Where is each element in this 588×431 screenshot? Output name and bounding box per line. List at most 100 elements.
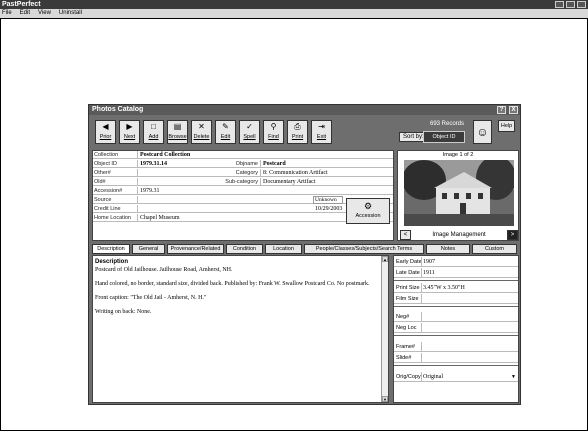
old-row: Old# Sub-category Documentary Artifact (93, 178, 393, 186)
dialog-title: Photos Catalog (92, 106, 144, 113)
menu-edit[interactable]: Edit (20, 9, 30, 18)
person-icon[interactable]: ☺ (473, 120, 492, 144)
add-button[interactable]: □ Add (143, 120, 164, 144)
tab-location[interactable]: Location (265, 244, 302, 254)
prior-button[interactable]: ◀ Prior (95, 120, 116, 144)
app-titlebar: PastPerfect (0, 0, 588, 9)
exit-icon: ⇥ (318, 122, 325, 131)
scroll-up-icon[interactable]: ▲ (382, 256, 388, 262)
catalog-fields: Collection Postcard Collection Object ID… (92, 150, 394, 241)
description-scrollbar[interactable]: ▲ ▼ (381, 256, 388, 402)
record-count: 693 Records (430, 121, 465, 127)
description-paragraph: Writing on back: None. (95, 309, 152, 315)
homeloc-field[interactable]: Chapel Museum (140, 214, 180, 222)
description-heading: Description (95, 259, 129, 265)
neg-row: Neg# (394, 312, 518, 322)
tab-notes[interactable]: Notes (426, 244, 470, 254)
close-button[interactable] (577, 1, 586, 8)
objectid-row: Object ID 1979.31.14 Objname Postcard (93, 160, 393, 168)
help-icon[interactable]: ? (497, 106, 506, 114)
accession-field[interactable]: 1979.31 (140, 187, 160, 195)
minimize-button[interactable] (555, 1, 564, 8)
tab-people-search[interactable]: People/Classes/Subjects/Search Terms (304, 244, 424, 254)
menubar: File Edit View Uninstall (0, 9, 588, 18)
other-row: Other# Category 8: Communication Artifac… (93, 169, 393, 177)
dialog-titlebar: Photos Catalog ? X (89, 105, 520, 115)
binoculars-icon: ⚲ (270, 122, 277, 131)
menu-file[interactable]: File (2, 9, 12, 18)
tab-general[interactable]: General (132, 244, 165, 254)
late-date-row: Late Date 1911 (394, 268, 518, 278)
accession-button[interactable]: ⚙ Accession (346, 198, 390, 224)
print-size-row: Print Size 3.45"W x 3.50"H (394, 283, 518, 293)
description-paragraph: Front caption: "The Old Jail - Amherst, … (95, 295, 207, 301)
image-count: Image 1 of 2 (442, 152, 474, 158)
divider (394, 364, 518, 366)
app-title: PastPerfect (2, 1, 41, 8)
prev-image-button[interactable]: < (400, 230, 411, 240)
orig-copy-select[interactable]: Original (423, 372, 443, 382)
image-management-button[interactable]: Image Management (414, 230, 504, 240)
add-icon: □ (151, 122, 156, 131)
subcategory-field[interactable]: Documentary Artifact (263, 178, 315, 186)
maximize-button[interactable] (566, 1, 575, 8)
print-button[interactable]: ⎙ Print (287, 120, 308, 144)
collection-row: Collection Postcard Collection (93, 151, 393, 159)
browse-button[interactable]: ▤ Browse (167, 120, 188, 144)
divider (394, 334, 518, 336)
next-button[interactable]: ▶ Next (119, 120, 140, 144)
source-status-select[interactable]: Unknown (313, 196, 343, 204)
next-image-button[interactable]: > (507, 230, 518, 240)
divider (394, 279, 518, 281)
find-button[interactable]: ⚲ Find (263, 120, 284, 144)
help-button[interactable]: Help (498, 120, 515, 132)
objname-field[interactable]: Postcard (263, 160, 286, 168)
next-icon: ▶ (126, 122, 133, 131)
print-size-field[interactable]: 3.45"W x 3.50"H (423, 283, 465, 293)
objectid-field[interactable]: 1979.31.14 (140, 160, 167, 168)
frame-row: Frame# (394, 342, 518, 352)
description-paragraph: Postcard of Old Jailhouse. Jailhouse Roa… (95, 267, 233, 273)
tab-provenance[interactable]: Provenance/Related (167, 244, 224, 254)
description-field[interactable]: Description Postcard of Old Jailhouse. J… (92, 255, 389, 403)
late-date-field[interactable]: 1911 (423, 268, 435, 278)
close-icon[interactable]: X (509, 106, 518, 114)
chevron-down-icon[interactable]: ▼ (511, 372, 516, 382)
divider (394, 305, 518, 307)
prior-icon: ◀ (102, 122, 109, 131)
exit-button[interactable]: ⇥ Exit (311, 120, 332, 144)
edit-button[interactable]: ✎ Edit (215, 120, 236, 144)
toolbar: ◀ Prior ▶ Next □ Add ▤ Browse ✕ Delete ✎ Edit … (92, 118, 519, 148)
early-date-row: Early Date 1907 (394, 257, 518, 267)
collection-field[interactable]: Postcard Collection (140, 151, 190, 159)
slide-row: Slide# (394, 353, 518, 363)
accession-row: Accession# 1979.31 (93, 187, 393, 195)
delete-icon: ✕ (198, 122, 205, 131)
spell-button[interactable]: ✓ Spell (239, 120, 260, 144)
description-paragraph: Hand colored, no border, standard size, … (95, 281, 370, 287)
edit-icon: ✎ (222, 122, 229, 131)
tab-condition[interactable]: Condition (226, 244, 263, 254)
window-controls (555, 1, 586, 8)
spell-icon: ✓ (246, 122, 253, 131)
menu-view[interactable]: View (38, 9, 51, 18)
delete-button[interactable]: ✕ Delete (191, 120, 212, 144)
workspace: Photos Catalog ? X ◀ Prior ▶ Next □ Add ▤ Br… (1, 19, 587, 430)
date-field[interactable]: 10/29/2003 (315, 205, 342, 213)
browse-icon: ▤ (173, 122, 182, 131)
menu-uninstall[interactable]: Uninstall (59, 9, 82, 18)
printer-icon: ⎙ (294, 122, 301, 131)
sort-select[interactable]: Object ID (423, 131, 465, 143)
scroll-down-icon[interactable]: ▼ (382, 396, 388, 402)
neg-loc-row: Neg Loc (394, 323, 518, 333)
accession-icon: ⚙ (363, 201, 373, 211)
tab-custom[interactable]: Custom (472, 244, 517, 254)
category-field[interactable]: 8: Communication Artifact (263, 169, 328, 177)
early-date-field[interactable]: 1907 (423, 257, 435, 267)
tab-description[interactable]: Description (92, 244, 130, 254)
photos-catalog-window: Photos Catalog ? X ◀ Prior ▶ Next □ Add ▤ Br… (88, 104, 521, 405)
image-panel: Image 1 of 2 < Image Management > (397, 150, 519, 241)
orig-copy-row: Orig/Copy Original ▼ (394, 372, 518, 382)
details-panel: Early Date 1907 Late Date 1911 Print Size 3… (393, 255, 519, 403)
catalog-photo[interactable] (404, 160, 514, 226)
